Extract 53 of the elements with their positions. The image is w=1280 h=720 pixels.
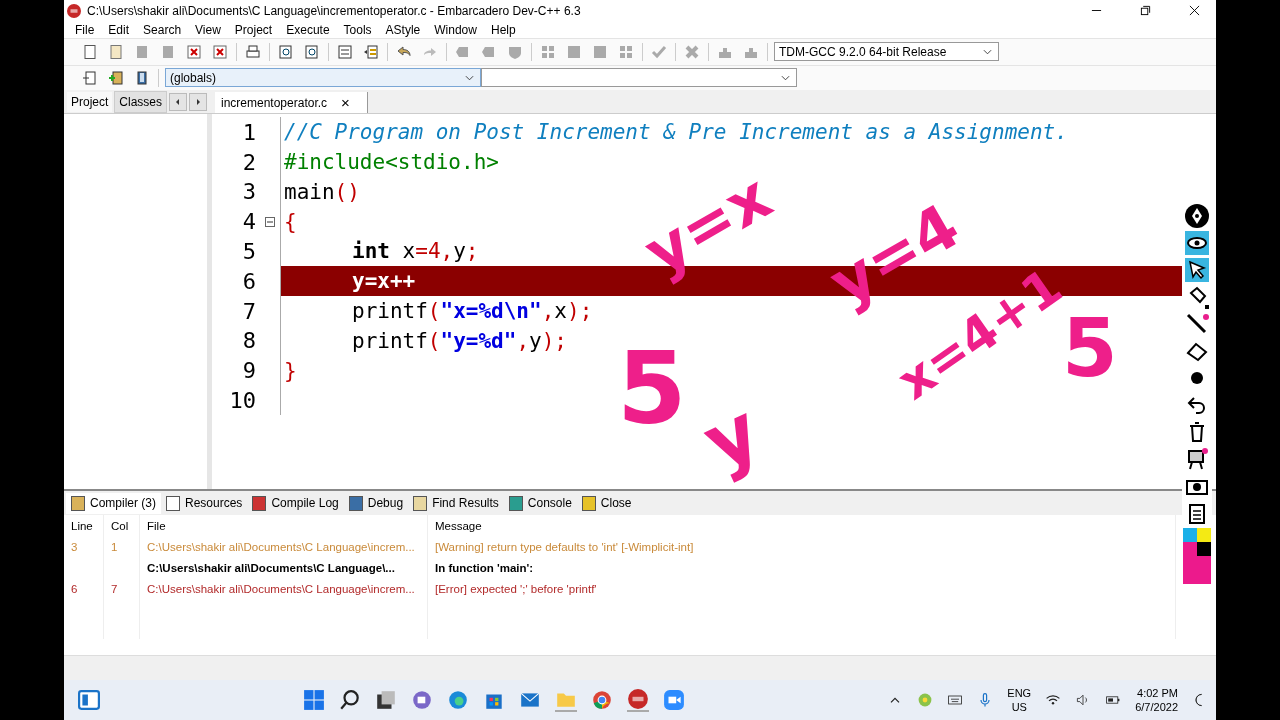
panel-tab[interactable]: Project bbox=[67, 92, 113, 113]
handwritten-note: y bbox=[693, 392, 771, 483]
column-header: Message bbox=[428, 515, 1176, 537]
handwritten-note: 5 bbox=[1062, 309, 1118, 390]
table-cell: 6 bbox=[71, 582, 78, 595]
column-header: File bbox=[140, 515, 428, 537]
code-line: #include<stdio.h> bbox=[283, 150, 499, 175]
menu-item[interactable]: View bbox=[189, 22, 229, 37]
code-line: main() bbox=[283, 179, 360, 204]
code-line: printf("x=%d\n",x); bbox=[351, 299, 593, 324]
code-line: printf("y=%d",y); bbox=[351, 328, 567, 353]
panel-tab[interactable]: Find Results bbox=[408, 492, 504, 514]
scope-dropdown[interactable]: (globals) bbox=[165, 68, 481, 88]
menu-item[interactable]: AStyle bbox=[379, 22, 429, 37]
handwritten-note: 5 bbox=[617, 339, 687, 440]
menu-item[interactable]: Help bbox=[484, 22, 524, 37]
region-indicator[interactable]: US bbox=[1011, 700, 1027, 715]
table-cell: 7 bbox=[111, 582, 118, 595]
column-header: Col bbox=[104, 515, 140, 537]
panel-tab[interactable]: Compile Log bbox=[247, 492, 344, 514]
table-cell: 3 bbox=[71, 540, 78, 553]
code-line: } bbox=[283, 358, 297, 383]
language-indicator[interactable]: ENG bbox=[1007, 685, 1032, 701]
menu-item[interactable]: File bbox=[69, 22, 103, 37]
table-cell: C:\Users\shakir ali\Documents\C Language\... bbox=[147, 561, 395, 574]
table-cell: C:\Users\shakir ali\Documents\C Language\increm... bbox=[147, 540, 415, 553]
menu-item[interactable]: Edit bbox=[102, 22, 138, 37]
table-cell: In function 'main': bbox=[435, 561, 534, 574]
panel-tab[interactable]: Close bbox=[576, 492, 637, 514]
file-tab[interactable]: incrementoperator.c × bbox=[215, 92, 368, 114]
menu-item[interactable]: Search bbox=[137, 22, 190, 37]
table-cell: 1 bbox=[111, 540, 118, 553]
code-line: { bbox=[283, 209, 297, 234]
window-title: C:\Users\shakir ali\Documents\C Language\incrementoperator.c - Embarcadero Dev-C++ 6.3 bbox=[87, 3, 581, 18]
panel-tab[interactable]: Debug bbox=[343, 492, 409, 514]
code-line: int x=4,y; bbox=[351, 239, 479, 264]
panel-tab[interactable]: Classes bbox=[114, 91, 168, 114]
menu-item[interactable]: Window bbox=[428, 22, 485, 37]
panel-tab[interactable]: Compiler (3) bbox=[66, 492, 161, 514]
table-cell: [Warning] return type defaults to 'int' [-Wimplicit-int] bbox=[435, 540, 694, 553]
menu-item[interactable]: Execute bbox=[280, 22, 338, 37]
code-line: //C Program on Post Increment & Pre Increment as a Assignment. bbox=[283, 120, 1068, 145]
handwritten-note: y=x bbox=[635, 165, 781, 286]
table-cell: [Error] expected ';' before 'printf' bbox=[435, 582, 597, 595]
panel-tab[interactable]: Resources bbox=[161, 492, 248, 514]
menu-item[interactable]: Project bbox=[228, 22, 281, 37]
compiler-dropdown[interactable]: TDM-GCC 9.2.0 64-bit Release bbox=[774, 42, 999, 62]
menu-item[interactable]: Tools bbox=[337, 22, 380, 37]
clock-date[interactable]: 6/7/2022 bbox=[1135, 700, 1178, 715]
clock-time[interactable]: 4:02 PM bbox=[1137, 685, 1178, 701]
table-cell: C:\Users\shakir ali\Documents\C Language\increm... bbox=[147, 582, 415, 595]
panel-tab[interactable]: Console bbox=[503, 492, 577, 514]
column-header: Line bbox=[64, 515, 104, 537]
